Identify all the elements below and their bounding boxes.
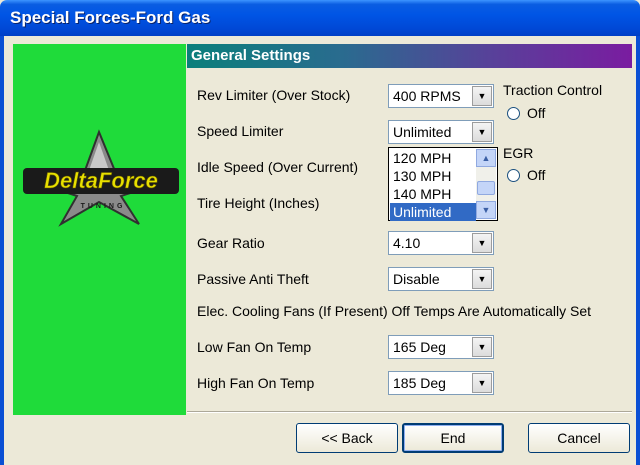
egr-off-label[interactable]: Off [527,167,545,183]
title-bar[interactable]: Special Forces-Ford Gas [0,0,640,36]
speed-limiter-dropdown-list[interactable]: 120 MPH 130 MPH 140 MPH Unlimited ▲ ▼ [388,147,498,221]
high-fan-label: High Fan On Temp [197,375,315,391]
chevron-down-icon[interactable]: ▼ [472,122,492,142]
high-fan-value: 185 Deg [393,375,446,391]
speed-option-140[interactable]: 140 MPH [390,185,476,203]
section-title: General Settings [191,47,311,64]
egr-off-radio[interactable] [507,169,520,182]
low-fan-select[interactable]: 165 Deg ▼ [388,335,494,359]
traction-control-label: Traction Control [503,82,603,98]
chevron-down-icon[interactable]: ▼ [472,337,492,357]
cooling-fans-note: Elec. Cooling Fans (If Present) Off Temp… [197,303,591,319]
window-frame-left [0,36,4,465]
speed-limiter-value: Unlimited [393,124,452,140]
scroll-up-icon[interactable]: ▲ [476,149,496,167]
high-fan-select[interactable]: 185 Deg ▼ [388,371,494,395]
passive-anti-theft-label: Passive Anti Theft [197,271,309,287]
low-fan-value: 165 Deg [393,339,446,355]
window-frame-right [636,36,640,465]
passive-anti-theft-select[interactable]: Disable ▼ [388,267,494,291]
end-button[interactable]: End [402,423,504,453]
chevron-down-icon[interactable]: ▼ [472,233,492,253]
logo-text: DeltaForce [44,168,158,193]
logo-subtext: TUNING [81,203,126,210]
speed-option-120[interactable]: 120 MPH [390,149,476,167]
passive-anti-theft-value: Disable [393,271,440,287]
traction-control-off-radio[interactable] [507,107,520,120]
speed-option-unlimited[interactable]: Unlimited [390,203,476,221]
tire-height-label: Tire Height (Inches) [197,195,320,211]
speed-option-130[interactable]: 130 MPH [390,167,476,185]
brand-panel: DeltaForce TUNING [13,44,186,415]
gear-ratio-label: Gear Ratio [197,235,265,251]
back-button[interactable]: << Back [296,423,398,453]
low-fan-label: Low Fan On Temp [197,339,312,355]
rev-limiter-label: Rev Limiter (Over Stock) [197,87,351,103]
button-separator [187,411,632,413]
chevron-down-icon[interactable]: ▼ [472,373,492,393]
speed-limiter-label: Speed Limiter [197,123,284,139]
chevron-down-icon[interactable]: ▼ [472,269,492,289]
egr-label: EGR [503,145,534,161]
cancel-button[interactable]: Cancel [528,423,630,453]
delta-force-logo: DeltaForce TUNING [23,129,179,227]
section-header: General Settings [187,44,632,68]
rev-limiter-select[interactable]: 400 RPMS ▼ [388,84,494,108]
chevron-down-icon[interactable]: ▼ [472,86,492,106]
window-title: Special Forces-Ford Gas [10,8,211,27]
speed-limiter-select[interactable]: Unlimited ▼ [388,120,494,144]
scroll-down-icon[interactable]: ▼ [476,201,496,219]
rev-limiter-value: 400 RPMS [393,88,461,104]
gear-ratio-select[interactable]: 4.10 ▼ [388,231,494,255]
traction-control-off-label[interactable]: Off [527,105,545,121]
dropdown-scrollbar[interactable]: ▲ ▼ [476,149,496,219]
idle-speed-label: Idle Speed (Over Current) [197,159,359,175]
gear-ratio-value: 4.10 [393,235,421,251]
scroll-thumb[interactable] [477,181,495,195]
